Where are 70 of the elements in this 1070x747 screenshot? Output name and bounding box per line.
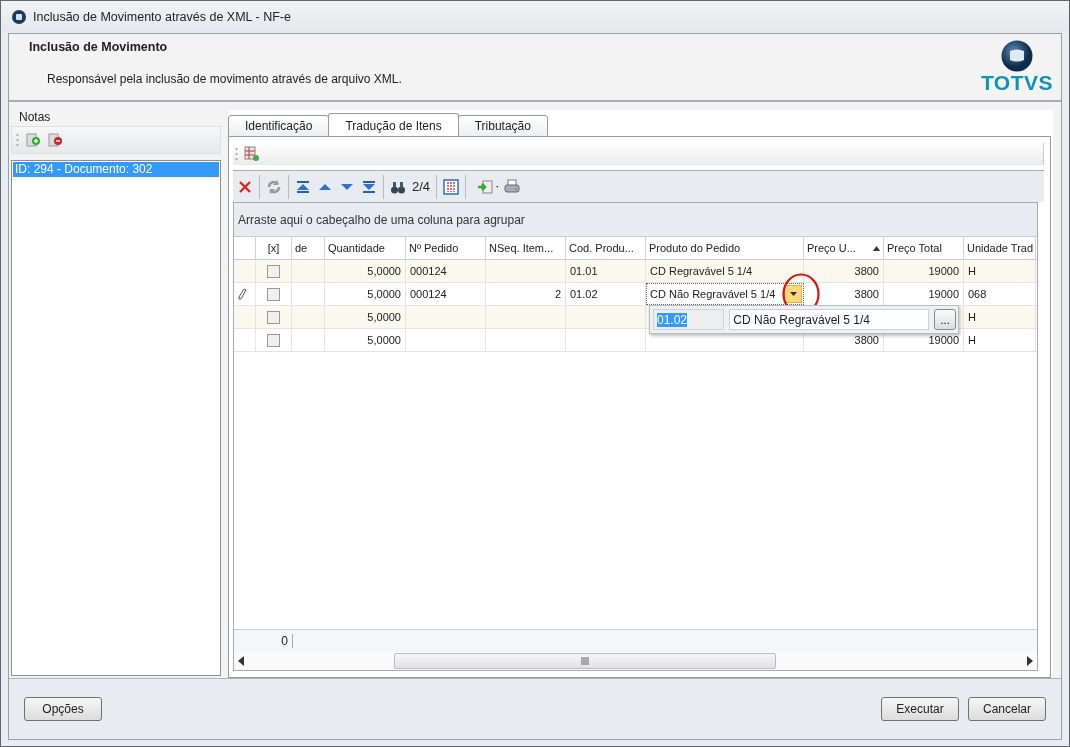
record-position: 2/4 [412, 179, 431, 194]
column-header[interactable]: NSeq. Item... [486, 237, 566, 259]
column-header[interactable]: Cod. Produ... [566, 237, 646, 259]
add-note-icon[interactable] [25, 132, 41, 148]
table-cell: 5,0000 [367, 334, 401, 346]
grip-handle[interactable] [16, 133, 19, 147]
group-title: Notas [19, 110, 52, 124]
table-cell: 19000 [928, 288, 959, 300]
description-field[interactable]: CD Não Regravável 5 1/4 [729, 309, 930, 330]
column-header[interactable]: Unidade Trad [964, 237, 1036, 259]
grip-handle[interactable] [235, 147, 238, 161]
header-title: Inclusão de Movimento [29, 40, 169, 54]
app-icon [11, 9, 27, 25]
table-cell: 01.02 [570, 288, 598, 300]
table-cell: 3800 [854, 334, 879, 346]
group-by-hint: Arraste aqui o cabeçalho de uma coluna para agrupar [234, 203, 1037, 237]
first-record-icon[interactable] [295, 178, 311, 195]
table-cell: 01.01 [570, 265, 598, 277]
column-chooser-icon[interactable] [443, 178, 460, 195]
window-title: Inclusão de Movimento através de XML - NF-e [33, 10, 291, 24]
column-header[interactable]: de [292, 237, 325, 259]
caret-icon [789, 292, 797, 296]
column-header[interactable]: Quantidade [325, 237, 406, 259]
table-cell: 068 [968, 288, 987, 300]
tab[interactable]: Tributação [457, 115, 548, 137]
table-cell: 5,0000 [367, 288, 401, 300]
scroll-right-icon[interactable] [1027, 656, 1033, 666]
column-header[interactable]: Produto do Pedido [646, 237, 804, 259]
column-header[interactable]: Preço U... [804, 237, 884, 259]
logo-text: TOTVS [980, 72, 1053, 94]
summary-count: 0 [234, 634, 293, 648]
table-cell: 000124 [410, 288, 447, 300]
table-cell: 2 [554, 288, 561, 300]
column-header[interactable]: [x] [256, 237, 292, 259]
tab[interactable]: Identificação [228, 115, 330, 137]
column-header[interactable]: Preço Total [884, 237, 964, 259]
refresh-icon[interactable] [266, 178, 282, 195]
table-cell: 19000 [928, 334, 959, 346]
grip-icon [580, 657, 590, 665]
table-cell: H [968, 265, 976, 277]
horizontal-scrollbar[interactable] [234, 652, 1037, 670]
scroll-left-icon[interactable] [238, 656, 244, 666]
table-cell: 5,0000 [367, 265, 401, 277]
table-cell: 19000 [928, 265, 959, 277]
row-checkbox[interactable] [267, 333, 280, 347]
options-button[interactable]: Opções [24, 697, 102, 721]
table-cell: H [968, 334, 976, 346]
execute-button[interactable]: Executar [881, 697, 959, 721]
table-cell: CD Regravável 5 1/4 [650, 265, 753, 277]
column-header[interactable]: Nº Pedido [406, 237, 486, 259]
logo-sphere-icon [1000, 40, 1033, 72]
grid-settings-icon[interactable] [244, 146, 260, 162]
row-checkbox[interactable] [267, 287, 280, 301]
table-cell: 3800 [854, 288, 879, 300]
table-cell: 3800 [854, 265, 879, 277]
lookup-button[interactable]: ... [934, 309, 956, 330]
table-cell: H [968, 311, 976, 323]
last-record-icon[interactable] [361, 178, 377, 195]
pencil-icon [238, 288, 247, 300]
table-cell: CD Não Regravável 5 1/4 [650, 288, 776, 300]
delete-icon[interactable] [237, 178, 253, 195]
row-checkbox[interactable] [267, 264, 280, 278]
table-cell: 5,0000 [367, 311, 401, 323]
header-description: Responsável pela inclusão de movimento através de arquivo XML. [47, 72, 402, 86]
printer-icon[interactable] [504, 178, 521, 195]
cancel-button[interactable]: Cancelar [968, 697, 1046, 721]
scroll-thumb[interactable] [394, 653, 776, 669]
remove-note-icon[interactable] [47, 132, 63, 148]
table-cell: 000124 [410, 265, 447, 277]
row-checkbox[interactable] [267, 310, 280, 324]
